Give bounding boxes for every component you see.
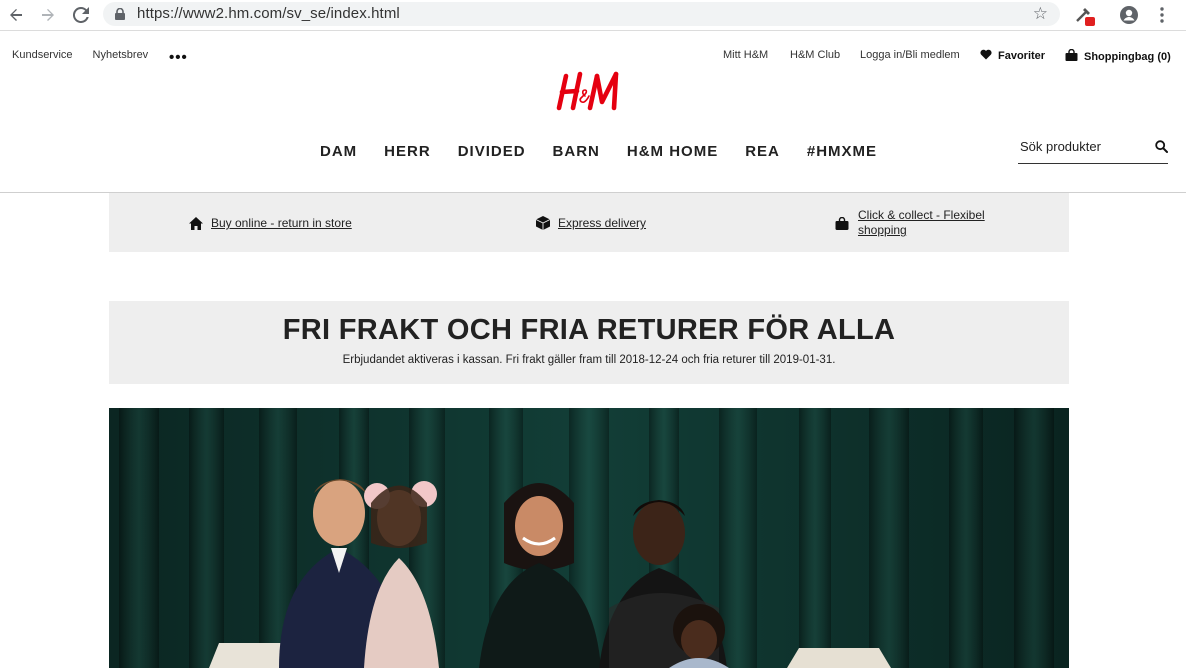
search-input[interactable] xyxy=(1020,139,1140,154)
my-hm-link[interactable]: Mitt H&M xyxy=(723,49,768,61)
nav-hmxme[interactable]: #HMXME xyxy=(807,143,877,160)
customer-service-link[interactable]: Kundservice xyxy=(12,49,73,61)
favorites-label: Favoriter xyxy=(998,50,1046,62)
hm-club-link[interactable]: H&M Club xyxy=(790,49,840,61)
favorites-link[interactable]: Favoriter xyxy=(980,49,1045,62)
lamp-right xyxy=(787,648,891,668)
url-text: https://www2.hm.com/sv_se/index.html xyxy=(137,5,400,22)
service-buy-online-return[interactable]: Buy online - return in store xyxy=(211,216,352,231)
promo-title: FRI FRAKT OCH FRIA RETURER FÖR ALLA xyxy=(282,314,896,346)
hm-logo[interactable] xyxy=(556,68,622,114)
main-navigation: DAM HERR DIVIDED BARN H&M HOME REA #HMXM… xyxy=(320,143,904,160)
search-box xyxy=(1018,136,1168,164)
utility-left-links: Kundservice Nyhetsbrev xyxy=(12,49,168,61)
service-click-collect[interactable]: Click & collect - Flexibel shopping xyxy=(858,208,1008,238)
browser-menu-icon[interactable] xyxy=(1152,5,1172,30)
service-express-delivery[interactable]: Express delivery xyxy=(558,216,646,231)
lock-icon xyxy=(115,8,125,20)
extension-badge xyxy=(1085,17,1095,26)
nav-rea[interactable]: REA xyxy=(745,143,780,160)
nav-barn[interactable]: BARN xyxy=(553,143,600,160)
package-icon xyxy=(536,216,550,230)
shopping-bag-link[interactable]: Shoppingbag (0) xyxy=(1065,48,1171,63)
nav-divided[interactable]: DIVIDED xyxy=(458,143,526,160)
nav-hm-home[interactable]: H&M HOME xyxy=(627,143,718,160)
hero-image[interactable] xyxy=(109,408,1069,668)
bag-icon xyxy=(835,217,849,230)
newsletter-link[interactable]: Nyhetsbrev xyxy=(93,49,149,61)
home-icon xyxy=(189,217,203,230)
shopping-bag-icon xyxy=(1065,48,1078,61)
promo-banner[interactable]: FRI FRAKT OCH FRIA RETURER FÖR ALLA Erbj… xyxy=(109,301,1069,384)
browser-toolbar: https://www2.hm.com/sv_se/index.html ☆ xyxy=(0,0,1186,31)
services-strip: Buy online - return in store Express del… xyxy=(109,193,1069,252)
nav-herr[interactable]: HERR xyxy=(384,143,431,160)
back-icon[interactable] xyxy=(6,5,26,25)
login-link[interactable]: Logga in/Bli medlem xyxy=(860,49,960,61)
address-bar[interactable]: https://www2.hm.com/sv_se/index.html ☆ xyxy=(103,2,1060,26)
heart-icon xyxy=(980,49,992,60)
shopping-bag-label: Shoppingbag (0) xyxy=(1084,51,1171,63)
nav-dam[interactable]: DAM xyxy=(320,143,357,160)
forward-icon[interactable] xyxy=(38,5,58,25)
promo-subtitle: Erbjudandet aktiveras i kassan. Fri frak… xyxy=(342,354,836,366)
search-icon[interactable] xyxy=(1155,140,1168,153)
bookmark-star-icon[interactable]: ☆ xyxy=(1033,4,1048,24)
more-menu-button[interactable]: ••• xyxy=(169,49,188,66)
reload-icon[interactable] xyxy=(71,5,91,25)
profile-icon[interactable] xyxy=(1119,5,1139,30)
